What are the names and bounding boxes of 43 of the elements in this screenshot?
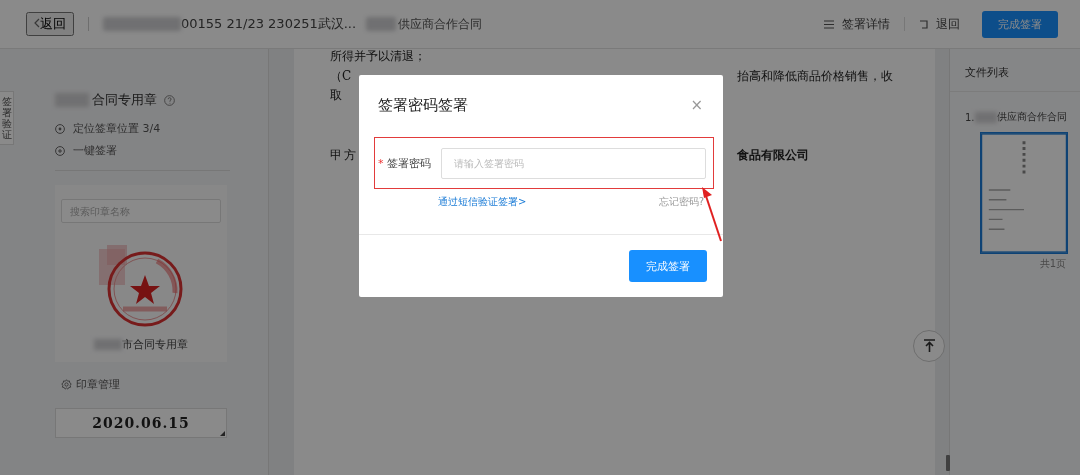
file-index: 1. xyxy=(965,111,975,123)
document-text: 抬高和降低商品价格销售，收 xyxy=(737,67,893,85)
return-icon xyxy=(919,19,928,29)
redaction-block xyxy=(366,17,397,31)
seal-manage-button[interactable]: 印章管理 xyxy=(55,376,245,393)
target-icon xyxy=(55,123,65,134)
return-button[interactable]: 退回 xyxy=(905,15,974,33)
page-count: 共1页 xyxy=(1038,257,1066,271)
scrollbar[interactable] xyxy=(946,455,950,471)
help-icon[interactable] xyxy=(164,94,175,106)
document-title: 00155 21/23 230251武汉... xyxy=(181,15,357,33)
plus-circle-icon xyxy=(55,145,65,156)
back-button[interactable]: 返回 xyxy=(26,12,74,36)
sms-verify-link[interactable]: 通过短信验证签署> xyxy=(438,195,527,209)
resize-handle-icon xyxy=(220,431,225,436)
document-text: 所得并予以清退； xyxy=(330,48,426,66)
complete-signing-button[interactable]: 完成签署 xyxy=(629,250,707,282)
locate-seal-button[interactable]: 定位签章位置 3/4 xyxy=(55,121,245,136)
required-mark: * xyxy=(378,156,384,170)
one-click-sign-button[interactable]: 一键签署 xyxy=(55,143,245,158)
document-text: 甲 方 xyxy=(330,146,356,164)
close-button[interactable]: × xyxy=(690,96,703,114)
document-text: 取 xyxy=(330,87,342,105)
arrow-up-icon xyxy=(923,339,935,353)
document-text: （C xyxy=(330,67,352,85)
sign-details-button[interactable]: 签署详情 xyxy=(810,15,904,33)
gear-icon xyxy=(61,379,72,390)
list-icon xyxy=(824,19,834,29)
seal-title: 合同专用章 xyxy=(92,91,157,109)
dialog-title: 签署密码签署 xyxy=(378,95,468,115)
panel-title: 文件列表 xyxy=(964,65,1010,81)
seal-name: 市合同专用章 xyxy=(122,337,188,352)
file-name: 供应商合作合同 xyxy=(996,110,1067,124)
date-field[interactable]: 2020.06.15 xyxy=(55,408,227,438)
sign-verify-tab[interactable]: 签署验证 xyxy=(0,91,14,145)
document-text: 食品有限公司 xyxy=(737,146,809,164)
arrow-annotation xyxy=(702,187,722,242)
contract-name: 供应商合作合同 xyxy=(398,15,483,33)
complete-signing-button[interactable]: 完成签署 xyxy=(982,10,1058,38)
page-thumbnail[interactable] xyxy=(980,132,1068,254)
field-label: 签署密码 xyxy=(386,155,431,171)
forgot-password-link[interactable]: 忘记密码? xyxy=(658,195,704,209)
chevron-left-icon xyxy=(34,18,40,28)
